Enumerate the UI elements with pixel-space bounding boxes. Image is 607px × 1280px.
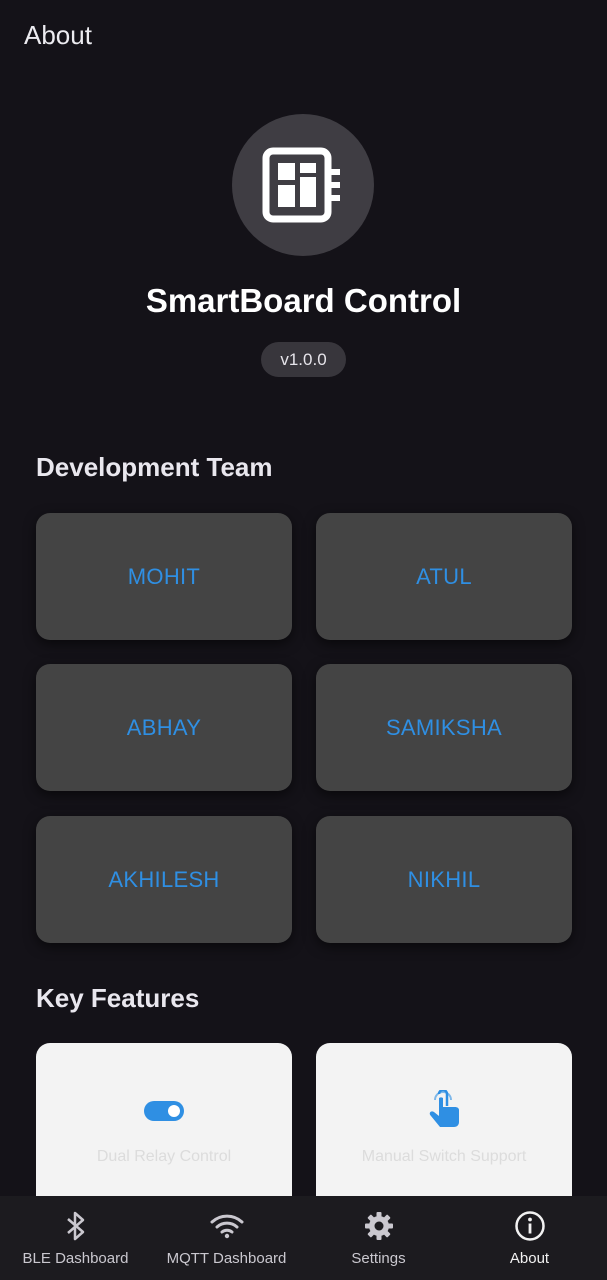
nav-icon-slot (210, 1210, 244, 1242)
bluetooth-icon (66, 1211, 84, 1241)
nav-item-about[interactable]: About (454, 1196, 605, 1280)
toggle-icon (144, 1101, 184, 1121)
nav-label: MQTT Dashboard (166, 1250, 287, 1267)
feature-card-dual-relay[interactable]: Dual Relay Control (36, 1043, 292, 1196)
nav-label: BLE Dashboard (22, 1250, 129, 1267)
feature-label: Manual Switch Support (361, 1148, 527, 1165)
nav-item-ble-dashboard[interactable]: BLE Dashboard (0, 1196, 151, 1280)
nav-icon-slot (364, 1210, 394, 1242)
team-member-card-mohit[interactable]: MOHIT (36, 513, 292, 640)
app-logo (232, 114, 374, 256)
page-title: About (24, 20, 92, 50)
nav-item-mqtt-dashboard[interactable]: MQTT Dashboard (151, 1196, 302, 1280)
feature-card-manual-switch[interactable]: Manual Switch Support (316, 1043, 572, 1196)
app-name: SmartBoard Control (145, 282, 462, 319)
nav-item-settings[interactable]: Settings (303, 1196, 454, 1280)
feature-icon-slot (316, 1090, 572, 1131)
wifi-icon (210, 1214, 243, 1239)
feature-label: Dual Relay Control (96, 1148, 232, 1165)
nav-icon-slot (65, 1210, 87, 1242)
app-bar: About (0, 0, 607, 76)
nav-label: About (509, 1250, 550, 1267)
nav-label: Settings (351, 1250, 406, 1267)
bottom-navigation-bar: BLE Dashboard MQTT Dashboard Settings Ab… (0, 1196, 607, 1280)
team-member-card-akhilesh[interactable]: AKHILESH (36, 816, 292, 943)
info-icon (514, 1211, 545, 1241)
key-features-heading: Key Features (36, 983, 200, 1013)
team-member-card-samiksha[interactable]: SAMIKSHA (316, 664, 572, 791)
development-team-heading: Development Team (36, 452, 273, 482)
gear-icon (364, 1212, 393, 1240)
nav-icon-slot (514, 1210, 546, 1242)
dashboard-chip-icon (262, 147, 340, 223)
touch-icon (429, 1090, 459, 1127)
feature-icon-slot (36, 1091, 292, 1131)
team-member-card-abhay[interactable]: ABHAY (36, 664, 292, 791)
about-screen: About SmartBoard Control v1.0.0 Developm… (0, 0, 607, 1280)
team-member-card-nikhil[interactable]: NIKHIL (316, 816, 572, 943)
team-member-card-atul[interactable]: ATUL (316, 513, 572, 640)
about-content[interactable]: SmartBoard Control v1.0.0 Development Te… (0, 76, 607, 1196)
version-badge: v1.0.0 (261, 342, 346, 377)
